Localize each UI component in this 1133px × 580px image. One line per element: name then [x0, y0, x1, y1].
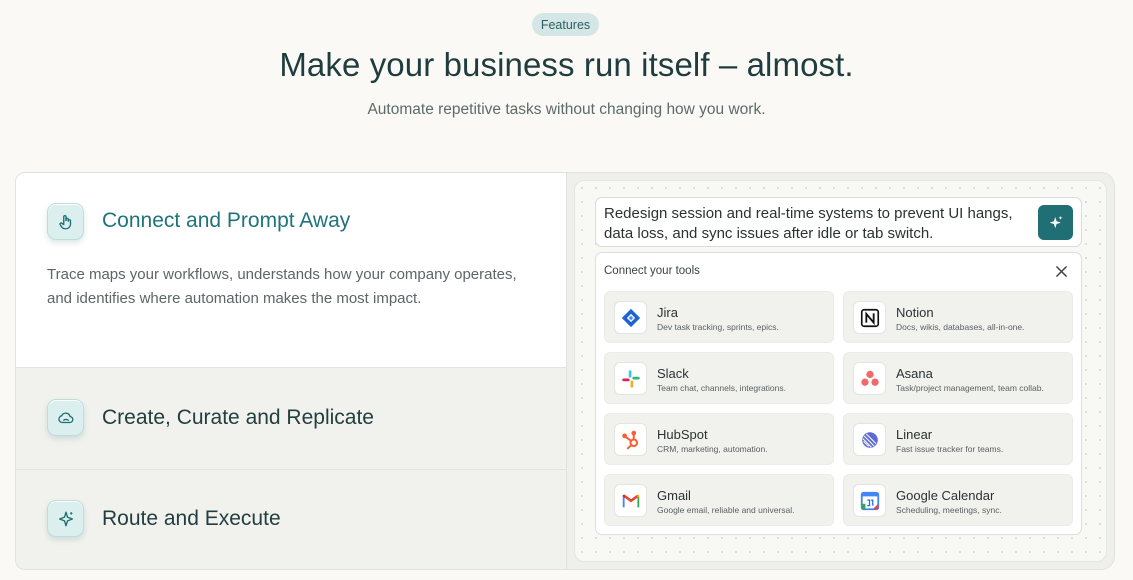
feature-title: Create, Curate and Replicate	[102, 406, 374, 429]
sparkle-icon	[47, 500, 84, 537]
gmail-icon	[614, 484, 647, 517]
features-list: Connect and Prompt Away Trace maps your …	[15, 172, 567, 570]
tool-name: Slack	[657, 366, 689, 381]
tool-name: Asana	[896, 366, 933, 381]
tool-description: Task/project management, team collab.	[896, 383, 1044, 393]
tool-description: Team chat, channels, integrations.	[657, 383, 786, 393]
notion-icon	[853, 301, 886, 334]
tool-card-asana[interactable]: Asana Task/project management, team coll…	[843, 352, 1073, 404]
prompt-input[interactable]: Redesign session and real-time systems t…	[595, 197, 1082, 247]
feature-title: Connect and Prompt Away	[102, 209, 351, 232]
prompt-text: Redesign session and real-time systems t…	[604, 205, 1013, 242]
close-icon[interactable]	[1051, 261, 1071, 281]
generate-button[interactable]	[1038, 205, 1073, 240]
tool-description: CRM, marketing, automation.	[657, 444, 768, 454]
tool-name: Gmail	[657, 488, 691, 503]
feature-create-curate-replicate[interactable]: Create, Curate and Replicate	[16, 368, 566, 470]
feature-title: Route and Execute	[102, 507, 281, 530]
tools-panel-title: Connect your tools	[604, 265, 700, 277]
tool-card-notion[interactable]: Notion Docs, wikis, databases, all-in-on…	[843, 291, 1073, 343]
google-calendar-icon	[853, 484, 886, 517]
connect-tools-panel: Connect your tools Jira Dev task trackin…	[595, 252, 1082, 535]
feature-route-and-execute[interactable]: Route and Execute	[16, 470, 566, 569]
tool-description: Fast issue tracker for teams.	[896, 444, 1004, 454]
tool-description: Google email, reliable and universal.	[657, 505, 795, 515]
page-subtitle: Automate repetitive tasks without changi…	[367, 101, 766, 118]
page-title: Make your business run itself – almost.	[279, 46, 854, 83]
feature-description: Trace maps your workflows, understands h…	[47, 266, 517, 307]
tool-name: Google Calendar	[896, 488, 995, 503]
hand-pointer-icon	[47, 203, 84, 240]
tool-card-linear[interactable]: Linear Fast issue tracker for teams.	[843, 413, 1073, 465]
jira-icon	[614, 301, 647, 334]
cloud-icon	[47, 399, 84, 436]
tool-card-slack[interactable]: Slack Team chat, channels, integrations.	[604, 352, 834, 404]
tool-name: HubSpot	[657, 427, 708, 442]
tool-description: Dev task tracking, sprints, epics.	[657, 322, 779, 332]
tool-name: Notion	[896, 305, 934, 320]
tool-name: Jira	[657, 305, 678, 320]
tool-description: Docs, wikis, databases, all-in-one.	[896, 322, 1025, 332]
tool-card-google-calendar[interactable]: Google Calendar Scheduling, meetings, sy…	[843, 474, 1073, 526]
linear-icon	[853, 423, 886, 456]
features-badge: Features	[532, 13, 599, 36]
tool-card-gmail[interactable]: Gmail Google email, reliable and univers…	[604, 474, 834, 526]
hubspot-icon	[614, 423, 647, 456]
tool-card-jira[interactable]: Jira Dev task tracking, sprints, epics.	[604, 291, 834, 343]
tool-name: Linear	[896, 427, 933, 442]
tool-card-hubspot[interactable]: HubSpot CRM, marketing, automation.	[604, 413, 834, 465]
sparkle-icon	[1049, 215, 1063, 228]
asana-icon	[853, 362, 886, 395]
slack-icon	[614, 362, 647, 395]
tool-description: Scheduling, meetings, sync.	[896, 505, 1002, 515]
feature-connect-and-prompt[interactable]: Connect and Prompt Away Trace maps your …	[16, 173, 566, 368]
